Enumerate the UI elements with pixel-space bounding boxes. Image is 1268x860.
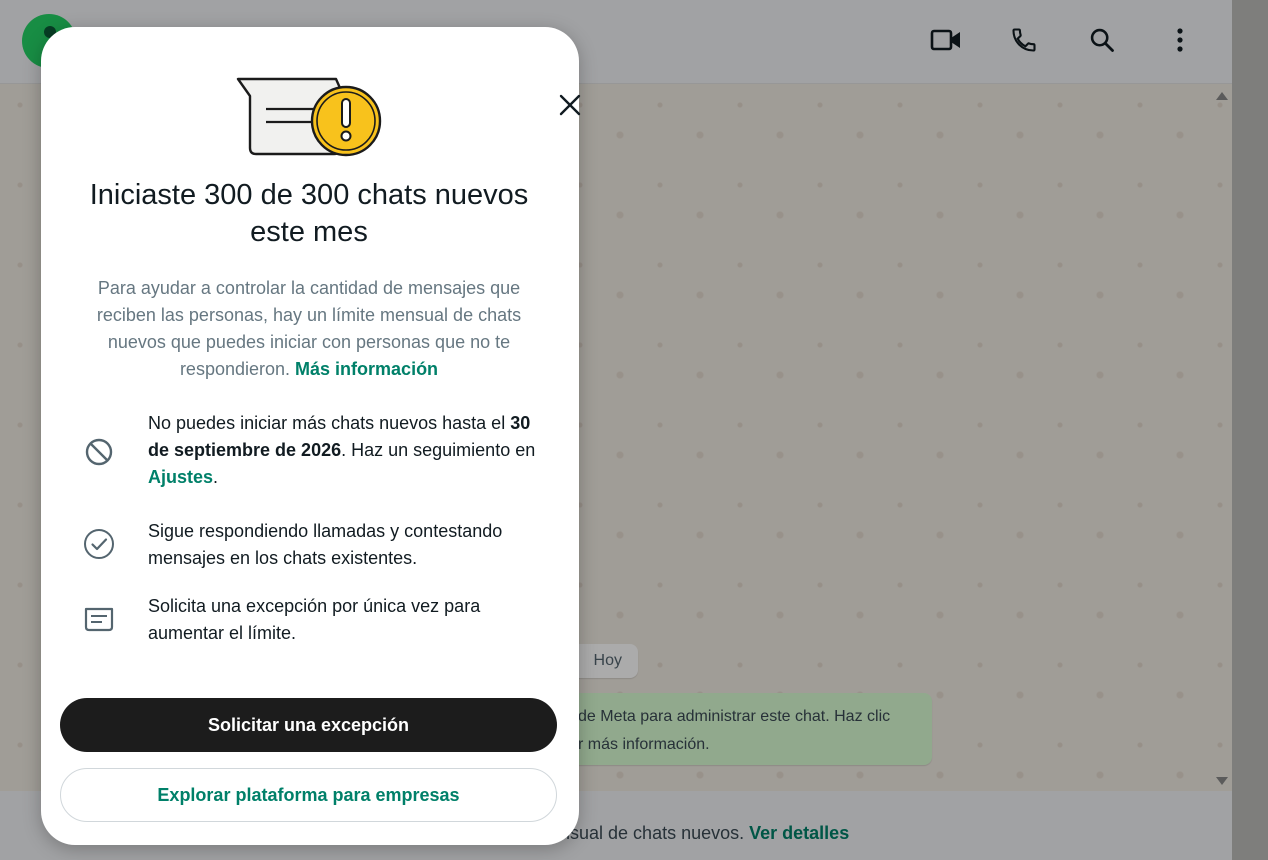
explore-business-platform-button[interactable]: Explorar plataforma para empresas <box>60 768 557 822</box>
side-panel-edge <box>1232 0 1268 860</box>
block-icon <box>82 435 116 469</box>
more-info-link[interactable]: Más información <box>295 359 438 379</box>
message-warning-illustration-icon <box>236 77 382 157</box>
feature-text-blocked: No puedes iniciar más chats nuevos hasta… <box>148 410 552 491</box>
feature-text-exception: Solicita una excepción por única vez par… <box>148 596 481 643</box>
feature-item-continue: Sigue respondiendo llamadas y contestand… <box>82 518 552 574</box>
feature-item-blocked: No puedes iniciar más chats nuevos hasta… <box>82 410 552 492</box>
feature1-middle: . Haz un seguimiento en <box>341 440 536 460</box>
dialog-title: Iniciaste 300 de 300 chats nuevos este m… <box>89 179 529 248</box>
request-form-icon <box>82 603 116 637</box>
settings-link[interactable]: Ajustes <box>148 467 213 487</box>
feature-item-exception: Solicita una excepción por única vez par… <box>82 593 552 649</box>
request-exception-button[interactable]: Solicitar una excepción <box>60 698 557 752</box>
dialog-description: Para ayudar a controlar la cantidad de m… <box>80 275 538 383</box>
close-button[interactable] <box>552 87 588 123</box>
close-icon <box>559 94 581 116</box>
check-circle-icon <box>82 527 116 561</box>
feature1-end: . <box>213 467 219 487</box>
feature1-prefix: No puedes iniciar más chats nuevos hasta… <box>148 413 506 433</box>
feature-text-continue: Sigue respondiendo llamadas y contestand… <box>148 521 503 568</box>
